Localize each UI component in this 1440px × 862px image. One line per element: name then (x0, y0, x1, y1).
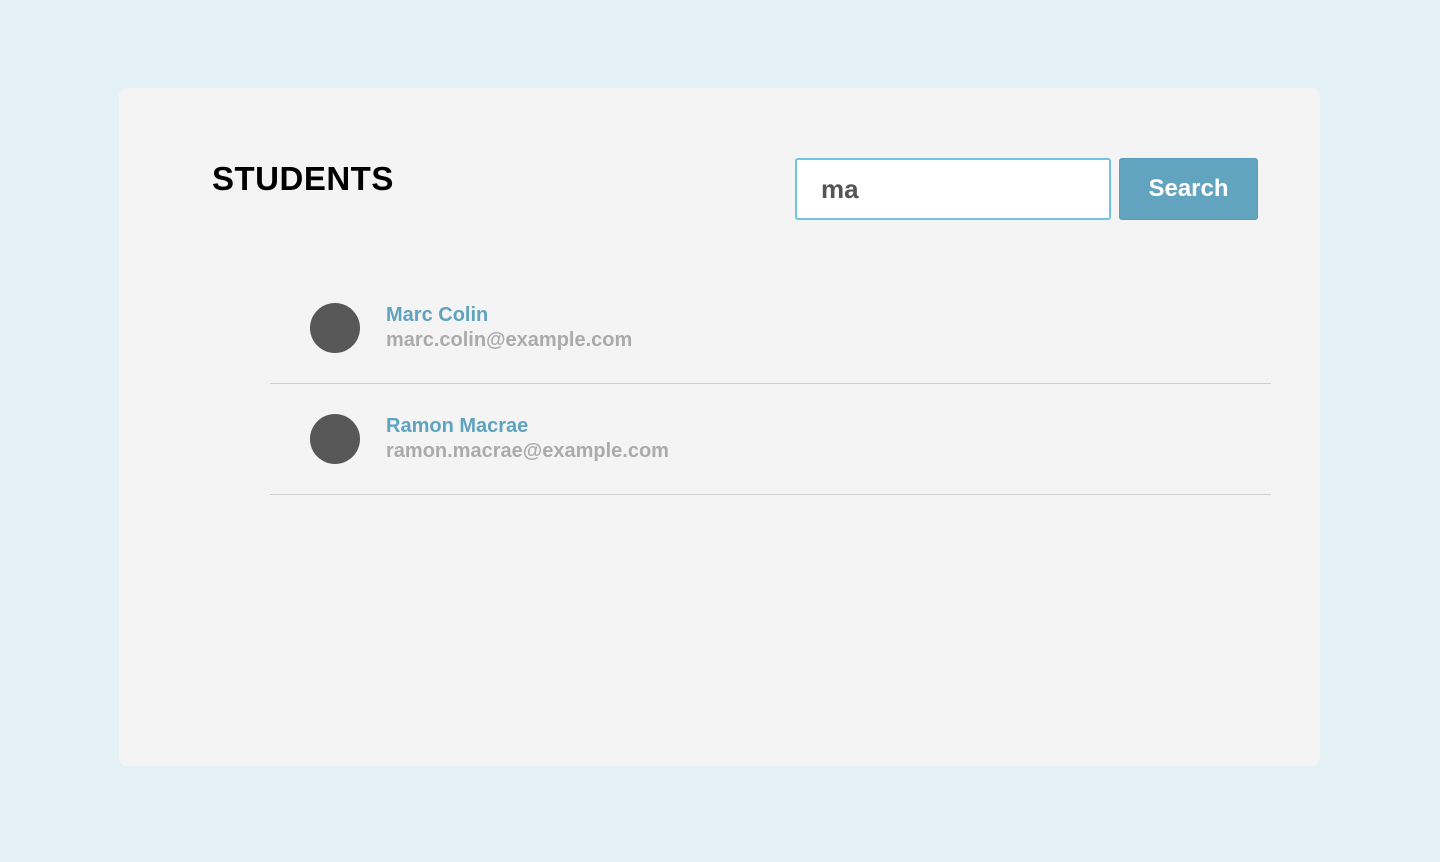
search-input[interactable] (795, 158, 1111, 220)
student-name[interactable]: Marc Colin (386, 303, 488, 327)
avatar (310, 303, 360, 353)
search-button[interactable]: Search (1119, 158, 1258, 220)
students-card: STUDENTS Search Marc Colin marc.colin@ex… (119, 88, 1320, 766)
student-list: Marc Colin marc.colin@example.com Ramon … (270, 273, 1271, 495)
student-email: ramon.macrae@example.com (386, 440, 669, 462)
student-name[interactable]: Ramon Macrae (386, 414, 528, 438)
student-email: marc.colin@example.com (386, 329, 633, 351)
page-title: STUDENTS (212, 160, 394, 197)
avatar (310, 414, 360, 464)
list-item[interactable]: Marc Colin marc.colin@example.com (270, 273, 1271, 384)
list-item[interactable]: Ramon Macrae ramon.macrae@example.com (270, 384, 1271, 495)
